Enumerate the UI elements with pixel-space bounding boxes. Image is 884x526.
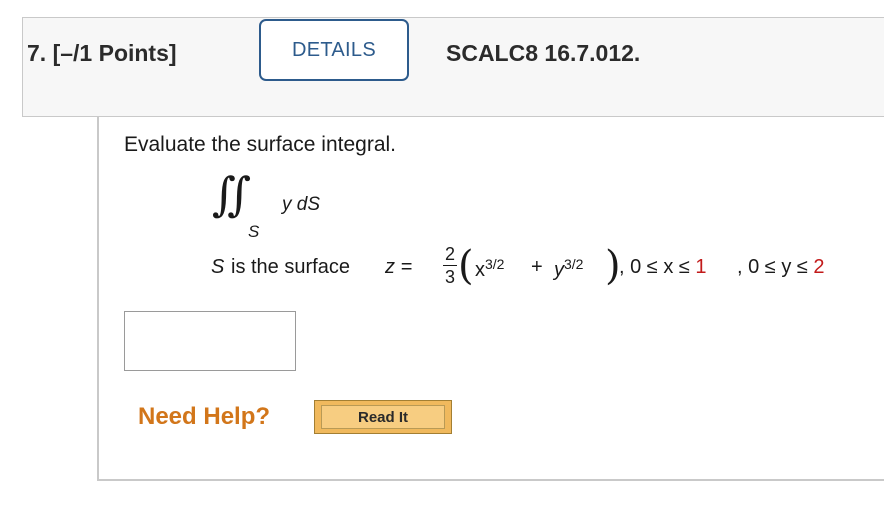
- answer-input[interactable]: [124, 311, 296, 371]
- surface-s: S: [211, 256, 225, 278]
- double-integral-symbol: ∬: [212, 167, 251, 221]
- y-range: , 0 ≤ y ≤ 2: [737, 256, 825, 279]
- fraction-two-thirds: 2 3: [443, 244, 457, 287]
- problem-prompt: Evaluate the surface integral.: [124, 133, 396, 156]
- x-power-term: x3/2: [475, 256, 504, 282]
- paren-open: (: [458, 243, 474, 289]
- x-range: , 0 ≤ x ≤ 1: [619, 256, 707, 279]
- fraction-numerator: 2: [444, 244, 455, 264]
- integral-subscript: S: [248, 222, 260, 241]
- x-exponent: 3/2: [485, 256, 505, 272]
- x-upper-bound: 1: [695, 256, 707, 278]
- read-it-button[interactable]: Read It: [314, 400, 452, 434]
- y-exponent: 3/2: [564, 256, 584, 272]
- y-range-text: , 0 ≤ y ≤: [737, 256, 808, 278]
- question-header: [22, 17, 884, 117]
- details-button[interactable]: DETAILS: [259, 19, 409, 81]
- x-term: x: [475, 259, 485, 281]
- read-it-label: Read It: [321, 405, 445, 429]
- question-number-points: 7. [–/1 Points]: [27, 40, 177, 67]
- question-points: [–/1 Points]: [52, 40, 177, 66]
- fraction-bar: [443, 265, 457, 266]
- y-power-term: y3/2: [554, 256, 583, 282]
- surface-is-text: is the surface: [231, 256, 350, 278]
- plus-sign: +: [531, 256, 543, 278]
- integrand: y dS: [282, 194, 321, 215]
- x-range-text: , 0 ≤ x ≤: [619, 256, 690, 278]
- question-code: SCALC8 16.7.012.: [446, 40, 641, 66]
- fraction-denominator: 3: [444, 267, 455, 287]
- y-upper-bound: 2: [813, 256, 825, 278]
- z-equals: z =: [385, 256, 412, 279]
- y-term: y: [554, 259, 564, 281]
- z-eq-text: z =: [385, 256, 413, 278]
- question-number: 7.: [27, 40, 47, 66]
- need-help-label: Need Help?: [138, 403, 271, 430]
